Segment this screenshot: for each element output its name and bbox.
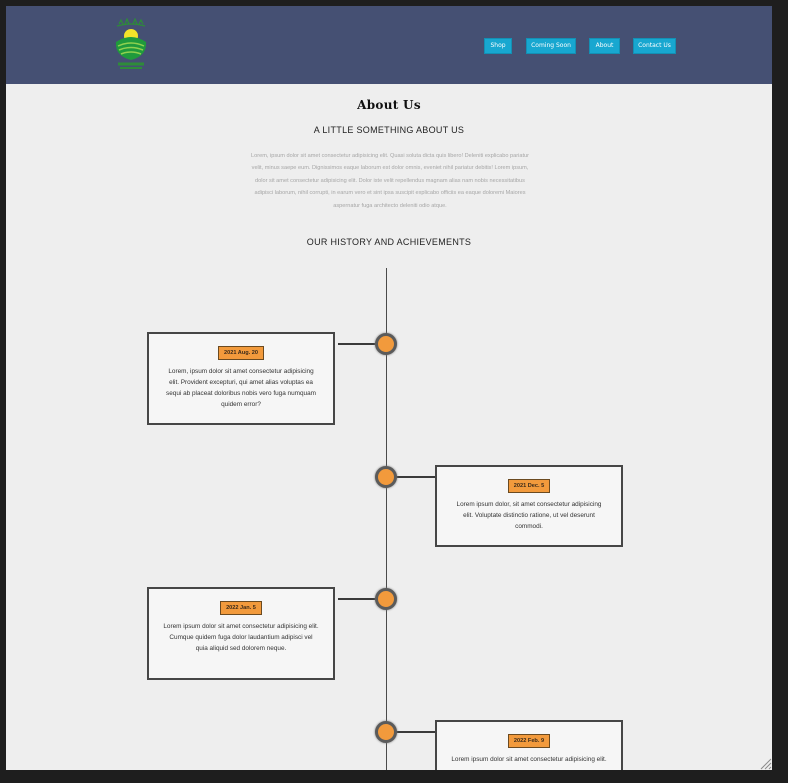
timeline-date-badge: 2022 Jan. 5 — [220, 601, 262, 615]
site-header: Shop Coming Soon About Contact Us — [6, 6, 772, 84]
timeline-connector — [396, 731, 436, 733]
timeline-dot — [375, 588, 397, 610]
timeline-connector — [338, 598, 378, 600]
history-heading: OUR HISTORY AND ACHIEVEMENTS — [306, 237, 472, 247]
farm-logo-icon[interactable] — [111, 18, 151, 70]
timeline-card-text: Lorem, ipsum dolor sit amet consectetur … — [166, 368, 316, 408]
timeline-dot — [375, 466, 397, 488]
timeline-date-badge: 2022 Feb. 9 — [507, 734, 551, 748]
timeline-card: 2022 Jan. 5 Lorem ipsum dolor sit amet c… — [147, 587, 335, 680]
timeline-dot — [375, 721, 397, 743]
nav-contact-button[interactable]: Contact Us — [633, 38, 676, 54]
timeline-connector — [396, 476, 436, 478]
page: Shop Coming Soon About Contact Us About … — [6, 6, 772, 770]
nav-shop-button[interactable]: Shop — [484, 38, 512, 54]
timeline-card-text: Lorem ipsum dolor, sit amet consectetur … — [456, 501, 602, 530]
page-title: About Us — [357, 98, 421, 112]
timeline-card-text: Lorem ipsum dolor sit amet consectetur a… — [451, 756, 607, 763]
nav-coming-soon-button[interactable]: Coming Soon — [526, 38, 576, 54]
nav-about-button[interactable]: About — [589, 38, 620, 54]
timeline-dot — [375, 333, 397, 355]
timeline-connector — [338, 343, 378, 345]
resize-grip-icon[interactable] — [758, 756, 772, 770]
timeline-card: 2021 Aug. 20 Lorem, ipsum dolor sit amet… — [147, 332, 335, 425]
timeline-card: 2022 Feb. 9 Lorem ipsum dolor sit amet c… — [435, 720, 623, 770]
timeline-date-badge: 2021 Aug. 20 — [218, 346, 264, 360]
about-intro-text: Lorem, ipsum dolor sit amet consectetur … — [251, 153, 529, 209]
about-subtitle: A LITTLE SOMETHING ABOUT US — [313, 125, 465, 135]
timeline-date-badge: 2021 Dec. 5 — [507, 479, 551, 493]
timeline-card-text: Lorem ipsum dolor sit amet consectetur a… — [163, 623, 319, 652]
timeline-card: 2021 Dec. 5 Lorem ipsum dolor, sit amet … — [435, 465, 623, 547]
